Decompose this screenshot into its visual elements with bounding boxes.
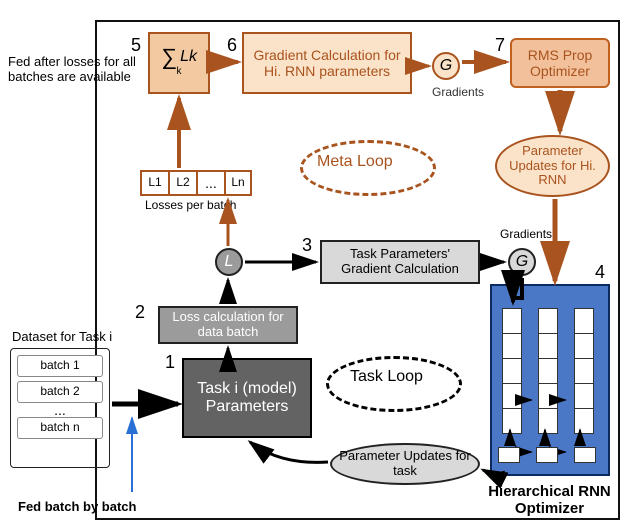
step-2: 2 xyxy=(135,302,145,323)
loss-cell: Ln xyxy=(224,170,252,196)
step-6: 6 xyxy=(227,35,237,56)
diagram-root: 5 6 7 3 4 2 1 Fed after losses for all b… xyxy=(0,0,636,532)
rms-prop-box: RMS Prop Optimizer xyxy=(510,38,610,88)
step-5: 5 xyxy=(131,35,141,56)
hrnn-bottom-row xyxy=(498,447,596,463)
step-1: 1 xyxy=(165,352,175,373)
grad-hi-rnn-box: Gradient Calculation for Hi. RNN paramet… xyxy=(242,32,412,94)
step-3: 3 xyxy=(302,235,312,256)
loss-cell: L2 xyxy=(168,170,196,196)
gradients-mid-label: Gradients xyxy=(500,228,552,242)
loss-cells-row: L1 L2 ... Ln xyxy=(140,170,252,196)
sum-box: ∑ Lk k xyxy=(148,32,210,94)
loss-cell: ... xyxy=(196,170,224,196)
param-updates-hi-oval: Parameter Updates for Hi. RNN xyxy=(495,135,610,197)
task-i-model-box: Task i (model) Parameters xyxy=(182,358,312,438)
batch-dots: ... xyxy=(17,403,103,417)
batch-cell: batch 1 xyxy=(17,355,103,377)
fed-after-losses-text: Fed after losses for all batches are ava… xyxy=(8,55,148,85)
fed-batch-label: Fed batch by batch xyxy=(18,500,136,515)
loss-calc-box: Loss calculation for data batch xyxy=(158,306,298,344)
hrnn-label: Hierarchical RNN Optimizer xyxy=(477,483,622,518)
dataset-label: Dataset for Task i xyxy=(12,330,112,345)
task-param-grad-box: Task Parameters' Gradient Calculation xyxy=(320,240,480,284)
param-updates-task-oval: Parameter Updates for task xyxy=(330,443,480,485)
loss-cell: L1 xyxy=(140,170,168,196)
g-circle-mid: G xyxy=(508,248,536,276)
losses-per-batch-label: Losses per batch xyxy=(145,199,236,213)
sum-subscript: k xyxy=(177,66,182,77)
dataset-box: batch 1 batch 2 ... batch n xyxy=(10,348,110,468)
l-circle: L xyxy=(215,248,243,276)
meta-loop-label: Meta Loop xyxy=(317,153,393,171)
g-circle-top: G xyxy=(432,52,460,80)
step-4: 4 xyxy=(595,262,605,283)
gradients-top-label: Gradients xyxy=(432,86,484,100)
task-loop-label: Task Loop xyxy=(350,368,423,386)
batch-cell: batch n xyxy=(17,417,103,439)
batch-cell: batch 2 xyxy=(17,381,103,403)
step-7: 7 xyxy=(495,35,505,56)
